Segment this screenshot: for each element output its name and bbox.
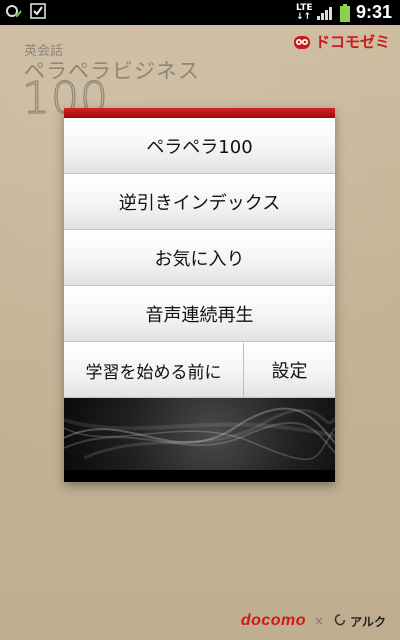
continuous-audio-button[interactable]: 音声連続再生	[64, 286, 335, 342]
battery-icon	[339, 3, 350, 22]
bottom-button-row: 学習を始める前に 設定	[64, 342, 335, 398]
before-start-button[interactable]: 学習を始める前に	[64, 342, 244, 398]
decorative-wave-art	[64, 398, 335, 470]
checkbox-notification-icon	[30, 3, 46, 19]
owl-logo-icon	[293, 35, 310, 49]
reverse-index-button[interactable]: 逆引きインデックス	[64, 174, 335, 230]
brand-logo: ドコモゼミ	[293, 31, 390, 52]
docomo-logo: docomo	[240, 612, 307, 629]
signal-icon	[316, 6, 332, 20]
main-menu-panel: ペラペラ100 逆引きインデックス お気に入り 音声連続再生 学習を始める前に …	[64, 108, 335, 482]
brand-name: ドコモゼミ	[314, 34, 390, 51]
status-bar: LTE ↓↑ 9:31	[0, 0, 400, 25]
footer-logos: docomo × アルク	[241, 612, 386, 630]
pera-pera-100-button[interactable]: ペラペラ100	[64, 118, 335, 174]
alc-logo: アルク	[332, 613, 386, 630]
sync-settings-icon	[6, 5, 22, 18]
clock: 9:31	[355, 2, 392, 22]
alc-text: アルク	[350, 614, 386, 629]
alc-swirl-icon	[334, 614, 346, 626]
panel-header-bar	[64, 108, 335, 118]
favorites-button[interactable]: お気に入り	[64, 230, 335, 286]
data-activity-label: ↓↑	[295, 11, 312, 22]
settings-button[interactable]: 設定	[244, 342, 335, 398]
network-type-indicator: LTE ↓↑	[295, 3, 313, 22]
times-sign: ×	[314, 614, 325, 628]
